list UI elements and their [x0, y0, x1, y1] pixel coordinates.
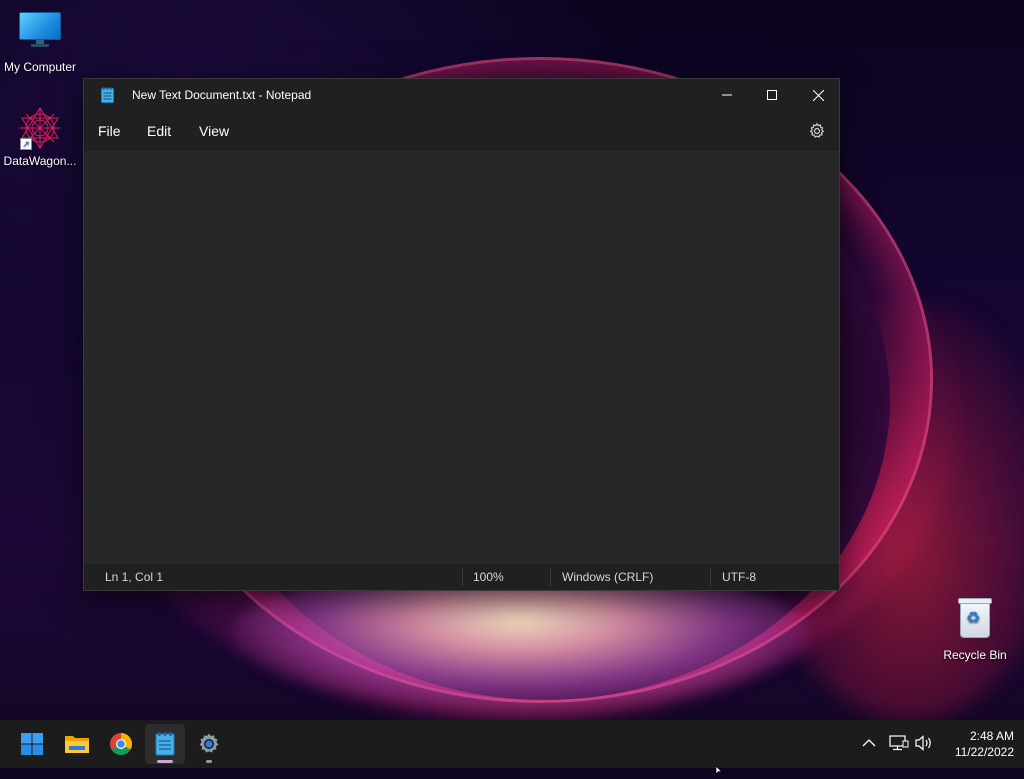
window-title: New Text Document.txt - Notepad — [132, 88, 312, 102]
maximize-button[interactable] — [749, 79, 795, 111]
taskbar-chrome[interactable] — [101, 724, 141, 764]
recycle-bin-icon: ♻ — [953, 598, 997, 644]
datawagon-icon: ↗ — [18, 106, 62, 150]
taskbar: 2:48 AM 11/22/2022 — [0, 720, 1024, 768]
menu-bar: File Edit View — [84, 111, 839, 151]
folder-icon — [65, 736, 89, 753]
shortcut-arrow-icon: ↗ — [20, 138, 32, 150]
show-hidden-icons-button[interactable] — [862, 735, 876, 753]
menu-file[interactable]: File — [98, 123, 121, 139]
mouse-cursor-icon — [715, 761, 724, 779]
taskbar-settings[interactable] — [189, 724, 229, 764]
taskbar-file-explorer[interactable] — [57, 724, 97, 764]
chrome-icon — [110, 733, 132, 755]
desktop-icon-my-computer[interactable]: My Computer — [0, 8, 80, 74]
close-icon — [812, 89, 824, 101]
desktop-icon-recycle-bin[interactable]: ♻ Recycle Bin — [935, 598, 1015, 662]
clock-date: 11/22/2022 — [954, 745, 1014, 759]
desktop-icon-label: Recycle Bin — [943, 648, 1007, 662]
settings-gear-icon[interactable] — [808, 122, 826, 140]
speaker-icon — [915, 735, 931, 751]
text-editor-area[interactable] — [84, 151, 839, 561]
chevron-up-icon — [862, 739, 876, 747]
start-button[interactable] — [12, 724, 52, 764]
monitor-icon — [18, 12, 62, 56]
minimize-icon — [722, 94, 732, 96]
windows-start-icon — [21, 733, 43, 755]
menu-view[interactable]: View — [199, 123, 229, 139]
status-bar: Ln 1, Col 1 100% Windows (CRLF) UTF-8 — [84, 564, 839, 590]
maximize-icon — [767, 90, 777, 100]
status-divider — [462, 568, 463, 586]
close-button[interactable] — [795, 79, 841, 111]
desktop-icon-label: My Computer — [3, 60, 77, 74]
status-divider — [550, 568, 551, 586]
status-divider — [710, 568, 711, 586]
minimize-button[interactable] — [704, 79, 750, 111]
clock-time: 2:48 AM — [969, 729, 1014, 743]
settings-icon — [199, 733, 219, 753]
volume-button[interactable] — [914, 734, 934, 757]
status-zoom: 100% — [473, 570, 504, 584]
network-button[interactable] — [889, 734, 909, 757]
taskbar-notepad[interactable] — [145, 724, 185, 764]
status-encoding: UTF-8 — [722, 570, 756, 584]
desktop-icon-datawagon[interactable]: ↗ DataWagon... — [0, 106, 80, 168]
menu-edit[interactable]: Edit — [147, 123, 171, 139]
notepad-app-icon — [101, 87, 114, 103]
notepad-window: New Text Document.txt - Notepad File Edi… — [83, 78, 840, 591]
system-clock[interactable]: 2:48 AM 11/22/2022 — [938, 728, 1014, 760]
desktop-icon-label: DataWagon... — [3, 154, 77, 168]
active-app-indicator — [157, 760, 173, 763]
title-bar[interactable]: New Text Document.txt - Notepad — [84, 79, 839, 111]
status-line-ending: Windows (CRLF) — [562, 570, 654, 584]
notepad-icon — [155, 732, 175, 756]
running-app-indicator — [206, 760, 212, 763]
status-cursor-position: Ln 1, Col 1 — [105, 570, 164, 584]
network-icon — [889, 735, 909, 751]
